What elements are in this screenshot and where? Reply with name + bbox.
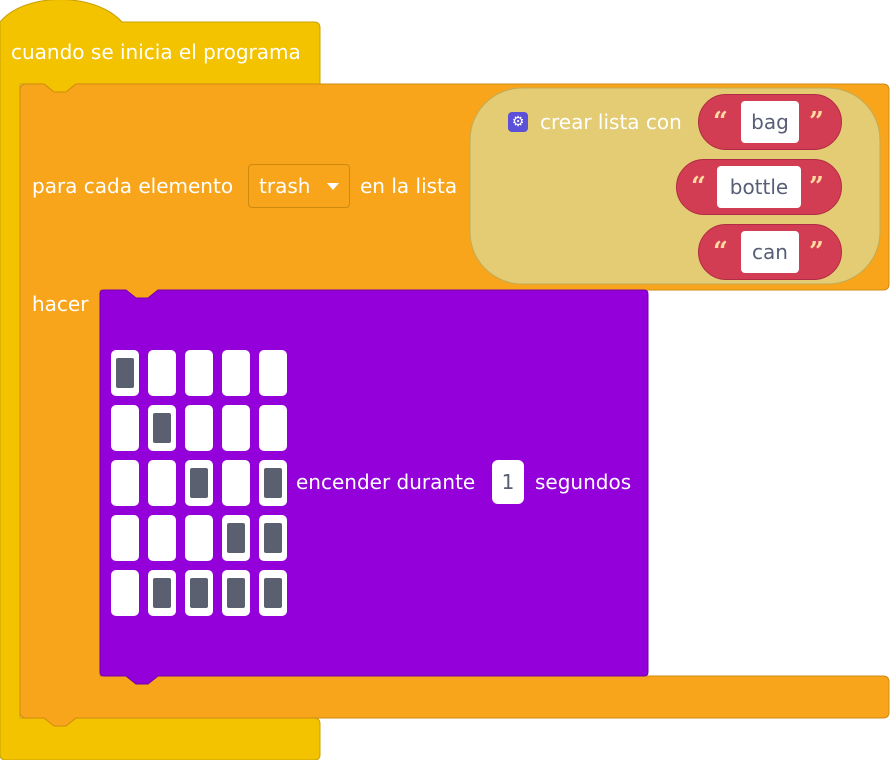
led-cell-off[interactable] xyxy=(111,570,139,616)
close-quote-icon: ” xyxy=(809,107,824,137)
led-cell-on[interactable] xyxy=(259,570,287,616)
led-cell-off[interactable] xyxy=(185,405,213,451)
foreach-label: para cada elemento xyxy=(32,174,234,198)
close-quote-icon: ” xyxy=(809,237,824,267)
led-cell-off[interactable] xyxy=(148,515,176,561)
open-quote-icon: “ xyxy=(713,237,728,267)
in-list-label: en la lista xyxy=(360,174,458,198)
duration-input[interactable]: 1 xyxy=(492,460,524,504)
led-cell-off[interactable] xyxy=(222,460,250,506)
list-block-label: crear lista con xyxy=(540,110,682,134)
led-cell-on[interactable] xyxy=(222,570,250,616)
variable-dropdown[interactable]: trash xyxy=(248,164,350,208)
chevron-down-icon xyxy=(327,183,339,190)
led-cell-on[interactable] xyxy=(259,460,287,506)
variable-name: trash xyxy=(259,174,311,198)
led-cell-on[interactable] xyxy=(259,515,287,561)
led-cell-off[interactable] xyxy=(259,405,287,451)
led-cell-on[interactable] xyxy=(148,405,176,451)
seconds-label: segundos xyxy=(535,470,632,494)
led-cell-on[interactable] xyxy=(222,515,250,561)
open-quote-icon: “ xyxy=(713,107,728,137)
string-field[interactable]: can xyxy=(741,231,799,273)
led-block-label: encender durante xyxy=(296,470,476,494)
string-field[interactable]: bottle xyxy=(717,166,801,208)
led-cell-off[interactable] xyxy=(185,350,213,396)
led-cell-off[interactable] xyxy=(148,350,176,396)
string-block-bottle[interactable]: “ bottle ” xyxy=(676,159,842,215)
open-quote-icon: “ xyxy=(691,172,706,202)
led-cell-off[interactable] xyxy=(259,350,287,396)
gear-icon[interactable]: ⚙ xyxy=(508,112,528,132)
led-cell-off[interactable] xyxy=(111,460,139,506)
led-cell-off[interactable] xyxy=(222,350,250,396)
led-cell-on[interactable] xyxy=(111,350,139,396)
close-quote-icon: ” xyxy=(809,172,824,202)
string-block-can[interactable]: “ can ” xyxy=(698,224,842,280)
led-cell-off[interactable] xyxy=(111,515,139,561)
led-cell-off[interactable] xyxy=(222,405,250,451)
string-block-bag[interactable]: “ bag ” xyxy=(698,94,842,150)
led-cell-off[interactable] xyxy=(148,460,176,506)
string-field[interactable]: bag xyxy=(741,101,799,143)
led-cell-off[interactable] xyxy=(111,405,139,451)
led-cell-off[interactable] xyxy=(185,515,213,561)
event-block-label: cuando se inicia el programa xyxy=(11,40,301,64)
do-label: hacer xyxy=(32,292,89,316)
led-cell-on[interactable] xyxy=(185,460,213,506)
led-cell-on[interactable] xyxy=(185,570,213,616)
led-cell-on[interactable] xyxy=(148,570,176,616)
